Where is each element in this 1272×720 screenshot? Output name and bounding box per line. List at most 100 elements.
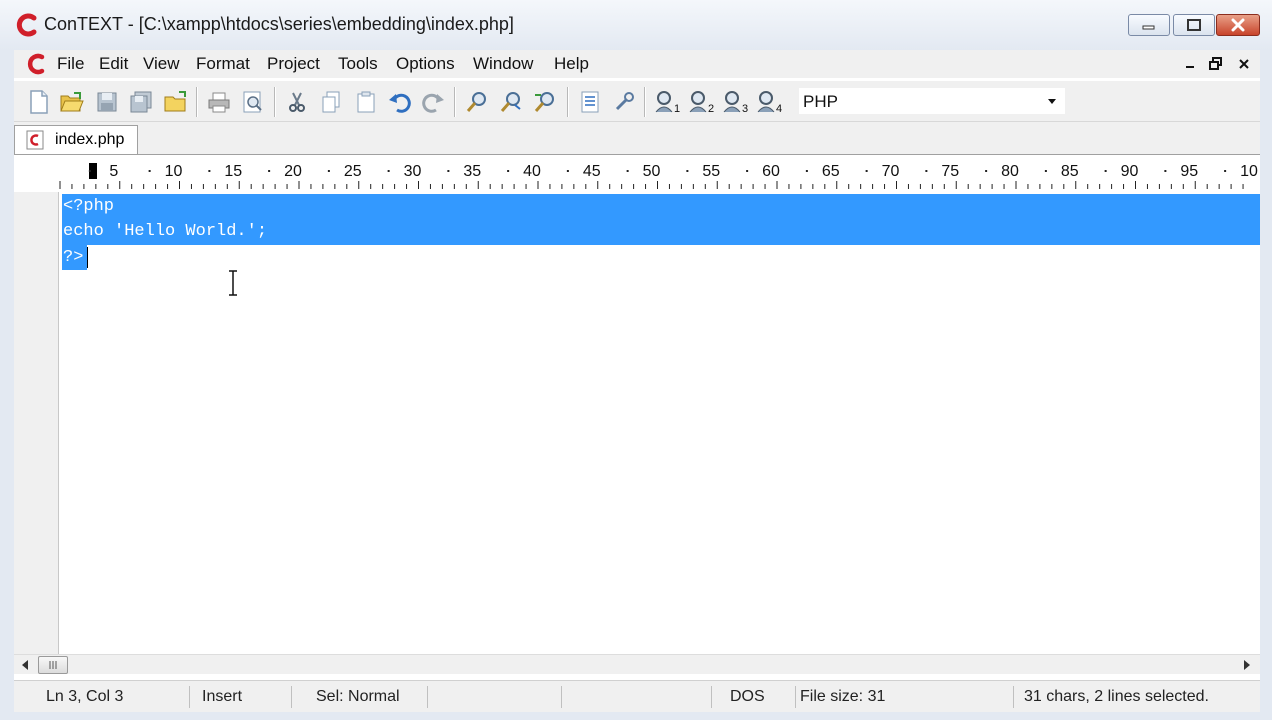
ruler-label: 20 [284, 163, 302, 180]
ruler-label: 90 [1121, 163, 1139, 180]
svg-text:3: 3 [742, 103, 748, 114]
horizontal-scrollbar[interactable] [14, 654, 1260, 674]
mdi-minimize-button[interactable] [1180, 54, 1200, 74]
ruler-dot [387, 170, 390, 172]
menu-format[interactable]: Format [196, 54, 250, 74]
menu-edit[interactable]: Edit [99, 54, 128, 74]
ruler-label: 75 [941, 163, 959, 180]
file-list-icon[interactable] [577, 89, 603, 115]
title-bar: ConTEXT - [C:\xampp\htdocs\series\embedd… [0, 0, 1272, 50]
window-title: ConTEXT - [C:\xampp\htdocs\series\embedd… [44, 14, 514, 34]
ruler-dot [1044, 170, 1047, 172]
ruler-dot [626, 170, 629, 172]
ruler-scale: 5 10 15 20 25 30 35 40 45 50 55 60 65 70 75 80 85 90 95 10 [59, 163, 1258, 189]
close-icon [1231, 18, 1245, 32]
print-preview-icon[interactable] [240, 89, 266, 115]
save-icon[interactable] [94, 89, 120, 115]
code-line: <?php [63, 197, 115, 216]
menu-help[interactable]: Help [554, 54, 589, 74]
document-menu-icon[interactable] [24, 52, 48, 76]
undo-icon[interactable] [387, 89, 413, 115]
chevron-down-icon[interactable] [1043, 92, 1061, 110]
ruler-label: 60 [762, 163, 780, 180]
new-file-icon[interactable] [26, 89, 52, 115]
ruler-dot [327, 170, 330, 172]
paste-icon[interactable] [353, 89, 379, 115]
menu-file[interactable]: File [57, 54, 84, 74]
window-frame-bottom [0, 712, 1272, 720]
ruler-dot [925, 170, 928, 172]
close-button[interactable] [1216, 14, 1260, 36]
cut-icon[interactable] [284, 89, 310, 115]
find-icon[interactable] [464, 89, 490, 115]
code-editor[interactable]: <?php echo 'Hello World.'; ?> [59, 192, 1260, 654]
scrollbar-thumb[interactable] [38, 656, 68, 674]
scroll-left-icon[interactable] [18, 657, 32, 673]
menu-tools[interactable]: Tools [338, 54, 378, 74]
ruler-label: 5 [109, 163, 118, 180]
svg-text:2: 2 [708, 103, 714, 114]
tab-index-php[interactable]: index.php [14, 125, 138, 154]
ruler-label: 65 [822, 163, 840, 180]
window-frame-right [1260, 50, 1272, 720]
open-file-icon[interactable] [59, 89, 85, 115]
text-caret [87, 247, 88, 268]
minimize-button[interactable] [1128, 14, 1170, 36]
ruler-label: 35 [463, 163, 481, 180]
scroll-right-icon[interactable] [1240, 657, 1254, 673]
status-selection-info: 31 chars, 2 lines selected. [1024, 688, 1209, 705]
code-line: ?> [63, 248, 84, 267]
user-tool-1-icon[interactable]: 1 [654, 89, 684, 115]
ruler-label: 40 [523, 163, 541, 180]
mdi-close-button[interactable] [1234, 54, 1254, 74]
toolbar-separator [567, 87, 569, 117]
redo-icon[interactable] [420, 89, 446, 115]
document-tab-bar: index.php [14, 122, 1260, 154]
replace-icon[interactable] [532, 89, 558, 115]
find-next-icon[interactable] [498, 89, 524, 115]
ruler-label: 10 [165, 163, 183, 180]
menu-window[interactable]: Window [473, 54, 533, 74]
settings-icon[interactable] [611, 89, 637, 115]
ruler-label: 15 [224, 163, 242, 180]
ruler-dot [686, 170, 689, 172]
user-tool-3-icon[interactable]: 3 [722, 89, 752, 115]
maximize-button[interactable] [1173, 14, 1215, 36]
ruler-dot [1164, 170, 1167, 172]
syntax-highlighter-select[interactable]: PHP [798, 87, 1066, 115]
toolbar-separator [196, 87, 198, 117]
ruler-dot [268, 170, 271, 172]
status-line-endings: DOS [724, 686, 796, 708]
menu-view[interactable]: View [143, 54, 180, 74]
ruler-dot [447, 170, 450, 172]
copy-icon[interactable] [318, 89, 344, 115]
mdi-restore-button[interactable] [1206, 54, 1226, 74]
user-tool-4-icon[interactable]: 4 [756, 89, 786, 115]
ruler-dot [746, 170, 749, 172]
maximize-icon [1187, 19, 1201, 31]
user-tool-2-icon[interactable]: 2 [688, 89, 718, 115]
toolbar-separator [454, 87, 456, 117]
window-frame-left [0, 50, 14, 720]
ruler-dot [865, 170, 868, 172]
print-icon[interactable] [206, 89, 232, 115]
status-bar: Ln 3, Col 3 Insert Sel: Normal DOS File … [14, 680, 1260, 712]
ruler-label: 25 [344, 163, 362, 180]
ruler-dot [566, 170, 569, 172]
save-all-icon[interactable] [128, 89, 154, 115]
status-empty-2 [562, 686, 712, 708]
open-folder-icon[interactable] [163, 89, 189, 115]
menu-options[interactable]: Options [396, 54, 455, 74]
grip-icon [49, 661, 57, 669]
svg-text:4: 4 [776, 103, 782, 114]
ruler-label: 80 [1001, 163, 1019, 180]
menu-project[interactable]: Project [267, 54, 320, 74]
syntax-value: PHP [803, 92, 838, 111]
ruler-dot [805, 170, 808, 172]
ruler-label: 95 [1180, 163, 1198, 180]
document-icon [25, 130, 45, 150]
svg-text:1: 1 [674, 103, 680, 114]
ruler-dot [88, 170, 91, 172]
ruler-dot [148, 170, 151, 172]
column-ruler: 5 10 15 20 25 30 35 40 45 50 55 60 65 70 75 80 85 90 95 10 [14, 154, 1260, 192]
